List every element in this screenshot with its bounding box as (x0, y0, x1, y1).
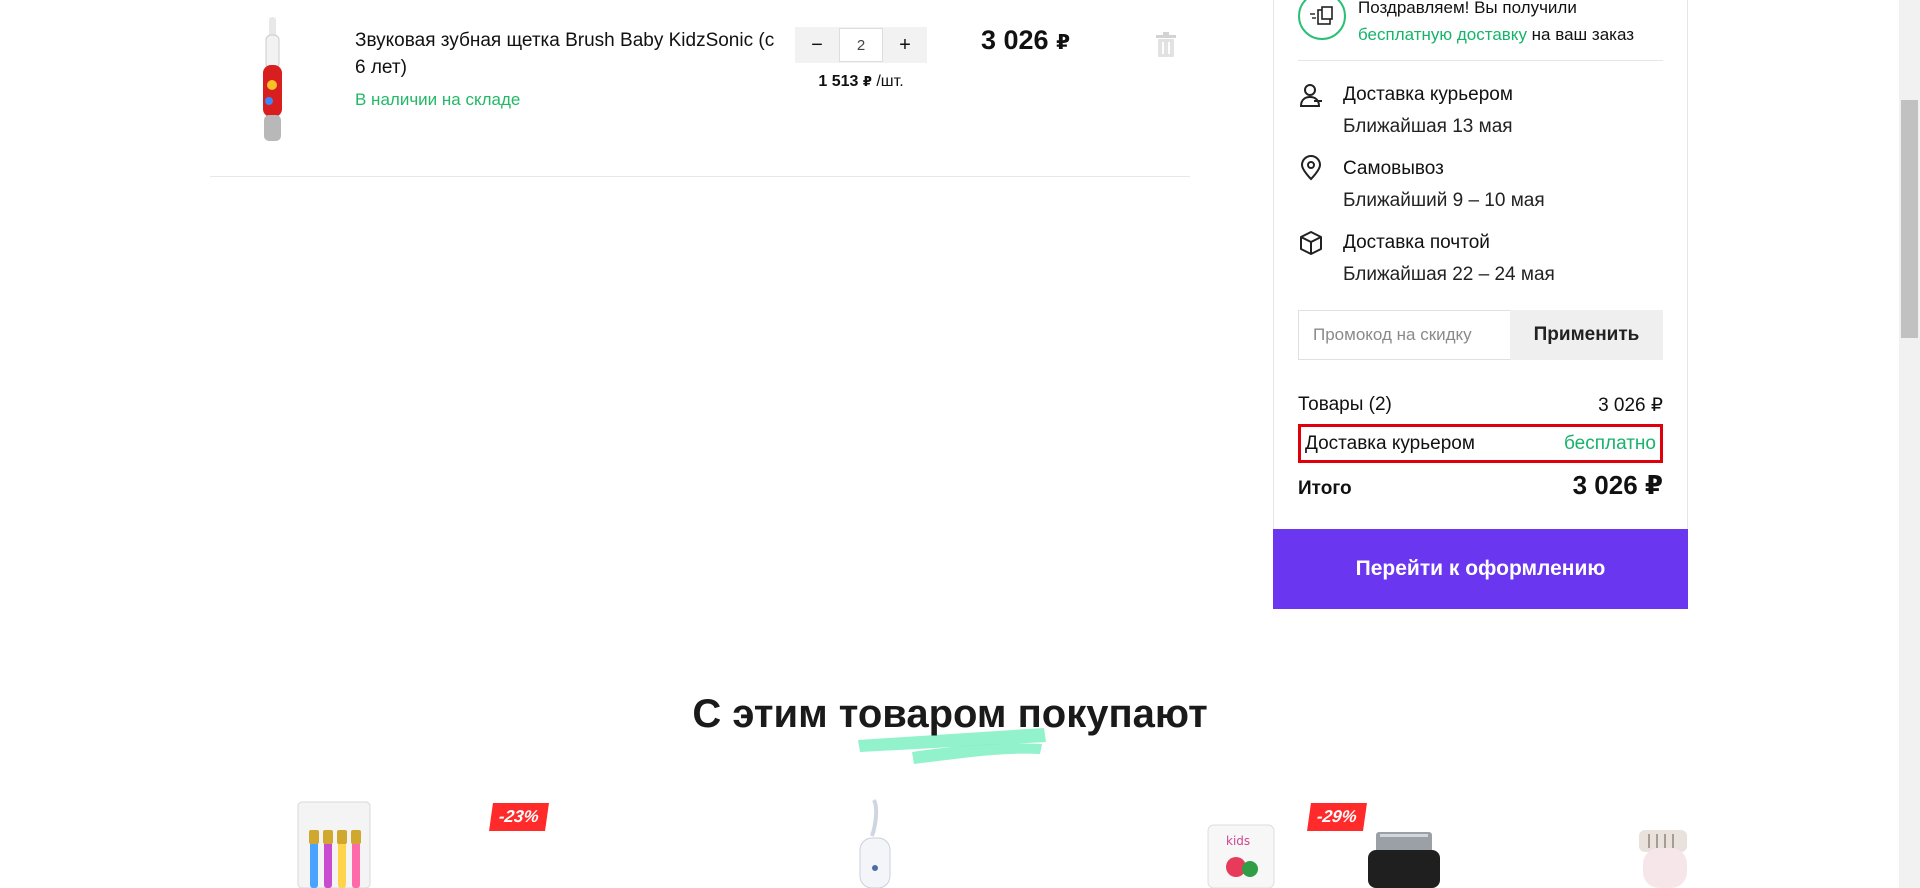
congrats-prefix: Поздравляем! Вы получили (1358, 0, 1577, 17)
delivery-option-pickup-date: Ближайший 9 – 10 мая (1343, 190, 1545, 211)
discount-badge-2: -29% (1307, 803, 1367, 831)
items-value: 3 026 ₽ (1598, 395, 1663, 416)
item-divider (210, 176, 1190, 177)
delivery-cost-value: бесплатно (1563, 432, 1656, 454)
unit-price: 1 513 ₽ /шт. (795, 73, 927, 91)
congrats-divider (1298, 60, 1663, 61)
qty-input[interactable]: 2 (839, 28, 883, 62)
reco-product-image-3[interactable]: kids (1206, 823, 1276, 888)
checkout-button[interactable]: Перейти к оформлению (1273, 529, 1688, 609)
items-subtotal-row: Товары (2) 3 026 ₽ (1298, 394, 1663, 417)
trash-icon[interactable] (1155, 32, 1177, 58)
promo-code-input[interactable] (1298, 310, 1510, 360)
line-total-value: 3 026 (981, 25, 1049, 55)
congrats-suffix: на ваш заказ (1531, 25, 1635, 44)
reco-product-image-2[interactable] (850, 798, 900, 888)
total-value: 3 026 ₽ (1572, 470, 1663, 500)
delivery-option-courier-title[interactable]: Доставка курьером (1343, 84, 1513, 106)
svg-text:kids: kids (1226, 834, 1250, 848)
qty-increment-button[interactable]: + (883, 27, 927, 63)
reco-product-image-1[interactable] (296, 800, 374, 888)
congrats-highlight: бесплатную доставку (1358, 25, 1527, 44)
delivery-option-post-date: Ближайшая 22 – 24 мая (1343, 264, 1555, 285)
unit-price-currency: ₽ (862, 74, 872, 89)
reco-product-image-5[interactable] (1635, 828, 1691, 888)
reco-product-image-4[interactable] (1358, 830, 1450, 888)
product-title[interactable]: Звуковая зубная щетка Brush Baby KidzSon… (355, 27, 775, 81)
delivery-cost-row: Доставка курьером бесплатно (1298, 424, 1663, 463)
promo-apply-button[interactable]: Применить (1510, 310, 1663, 360)
line-total-currency: ₽ (1056, 32, 1071, 54)
quantity-stepper: − 2 + (795, 27, 927, 63)
delivery-option-pickup-title[interactable]: Самовывоз (1343, 158, 1444, 180)
delivery-cost-label: Доставка курьером (1305, 432, 1475, 454)
scrollbar-thumb[interactable] (1901, 100, 1918, 338)
discount-badge-1: -23% (489, 803, 549, 831)
unit-price-value: 1 513 (818, 73, 859, 90)
map-pin-icon (1300, 155, 1322, 181)
items-label: Товары (2) (1298, 394, 1392, 415)
total-label: Итого (1298, 478, 1352, 499)
qty-decrement-button[interactable]: − (795, 27, 839, 63)
product-image[interactable] (250, 15, 295, 145)
courier-icon (1299, 84, 1322, 107)
line-total: 3 026 ₽ (981, 25, 1070, 56)
delivery-option-courier-date: Ближайшая 13 мая (1343, 116, 1513, 137)
unit-price-suffix: /шт. (876, 73, 904, 90)
stock-status: В наличии на складе (355, 90, 521, 109)
box-icon (1300, 231, 1322, 255)
recommendations-title: С этим товаром покупают (692, 692, 1208, 736)
delivery-option-post-title[interactable]: Доставка почтой (1343, 232, 1490, 254)
free-delivery-message: Поздравляем! Вы получили бесплатную дост… (1358, 0, 1678, 48)
order-total-row: Итого 3 026 ₽ (1298, 470, 1663, 501)
